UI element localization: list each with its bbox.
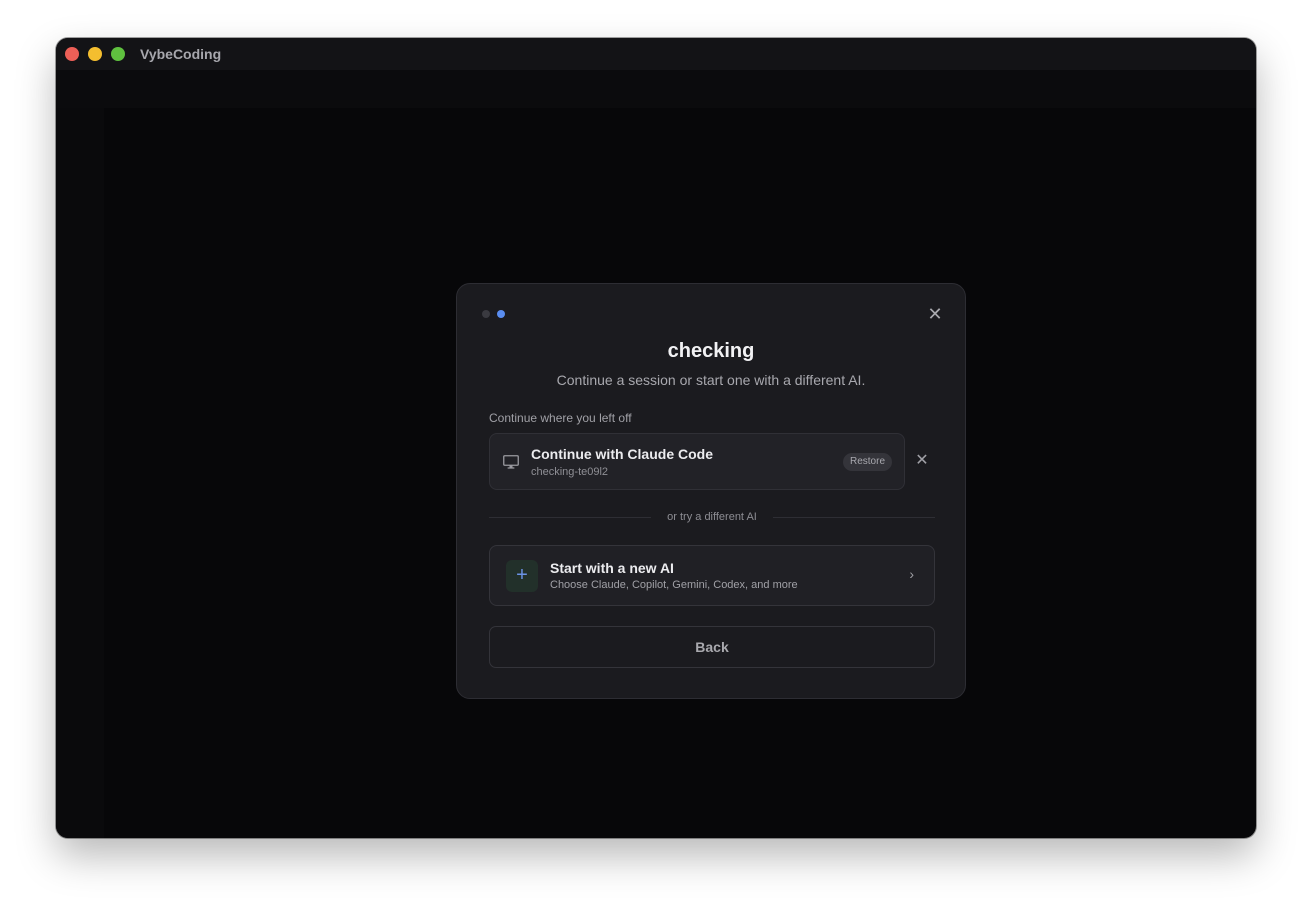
monitor-icon <box>503 455 519 469</box>
step-indicator-2-active <box>497 310 505 318</box>
session-modal: ✕ checking Continue a session or start o… <box>456 283 966 699</box>
divider-text: or try a different AI <box>667 511 757 523</box>
back-button[interactable]: Back <box>489 626 935 668</box>
session-id: checking-te09l2 <box>531 466 609 478</box>
close-window-button[interactable] <box>65 47 79 61</box>
step-indicator-1 <box>482 310 490 318</box>
plus-icon: + <box>506 560 538 592</box>
close-icon[interactable]: ✕ <box>925 304 945 324</box>
top-toolbar-dimmed <box>56 70 1256 108</box>
divider-left <box>489 517 651 518</box>
new-ai-description: Choose Claude, Copilot, Gemini, Codex, a… <box>550 579 798 591</box>
new-ai-title: Start with a new AI <box>550 560 674 576</box>
modal-subtitle: Continue a session or start one with a d… <box>556 372 866 388</box>
chevron-right-icon: › <box>909 566 914 582</box>
zoom-window-button[interactable] <box>111 47 125 61</box>
dismiss-session-button[interactable]: ✕ <box>913 452 931 470</box>
section-label: Continue where you left off <box>489 411 632 425</box>
title-bar: VybeCoding <box>56 38 1256 70</box>
minimize-window-button[interactable] <box>88 47 102 61</box>
modal-title: checking <box>667 340 755 362</box>
app-window: VybeCoding ✕ checking Continue a session… <box>56 38 1256 838</box>
sidebar-dimmed <box>56 108 104 838</box>
restore-button[interactable]: Restore <box>842 453 892 471</box>
divider-right <box>773 517 935 518</box>
start-new-ai-card[interactable]: + Start with a new AI Choose Claude, Cop… <box>489 545 935 606</box>
session-title: Continue with Claude Code <box>531 446 713 462</box>
continue-session-card[interactable]: Continue with Claude Code checking-te09l… <box>489 433 905 490</box>
app-title: VybeCoding <box>140 46 222 62</box>
